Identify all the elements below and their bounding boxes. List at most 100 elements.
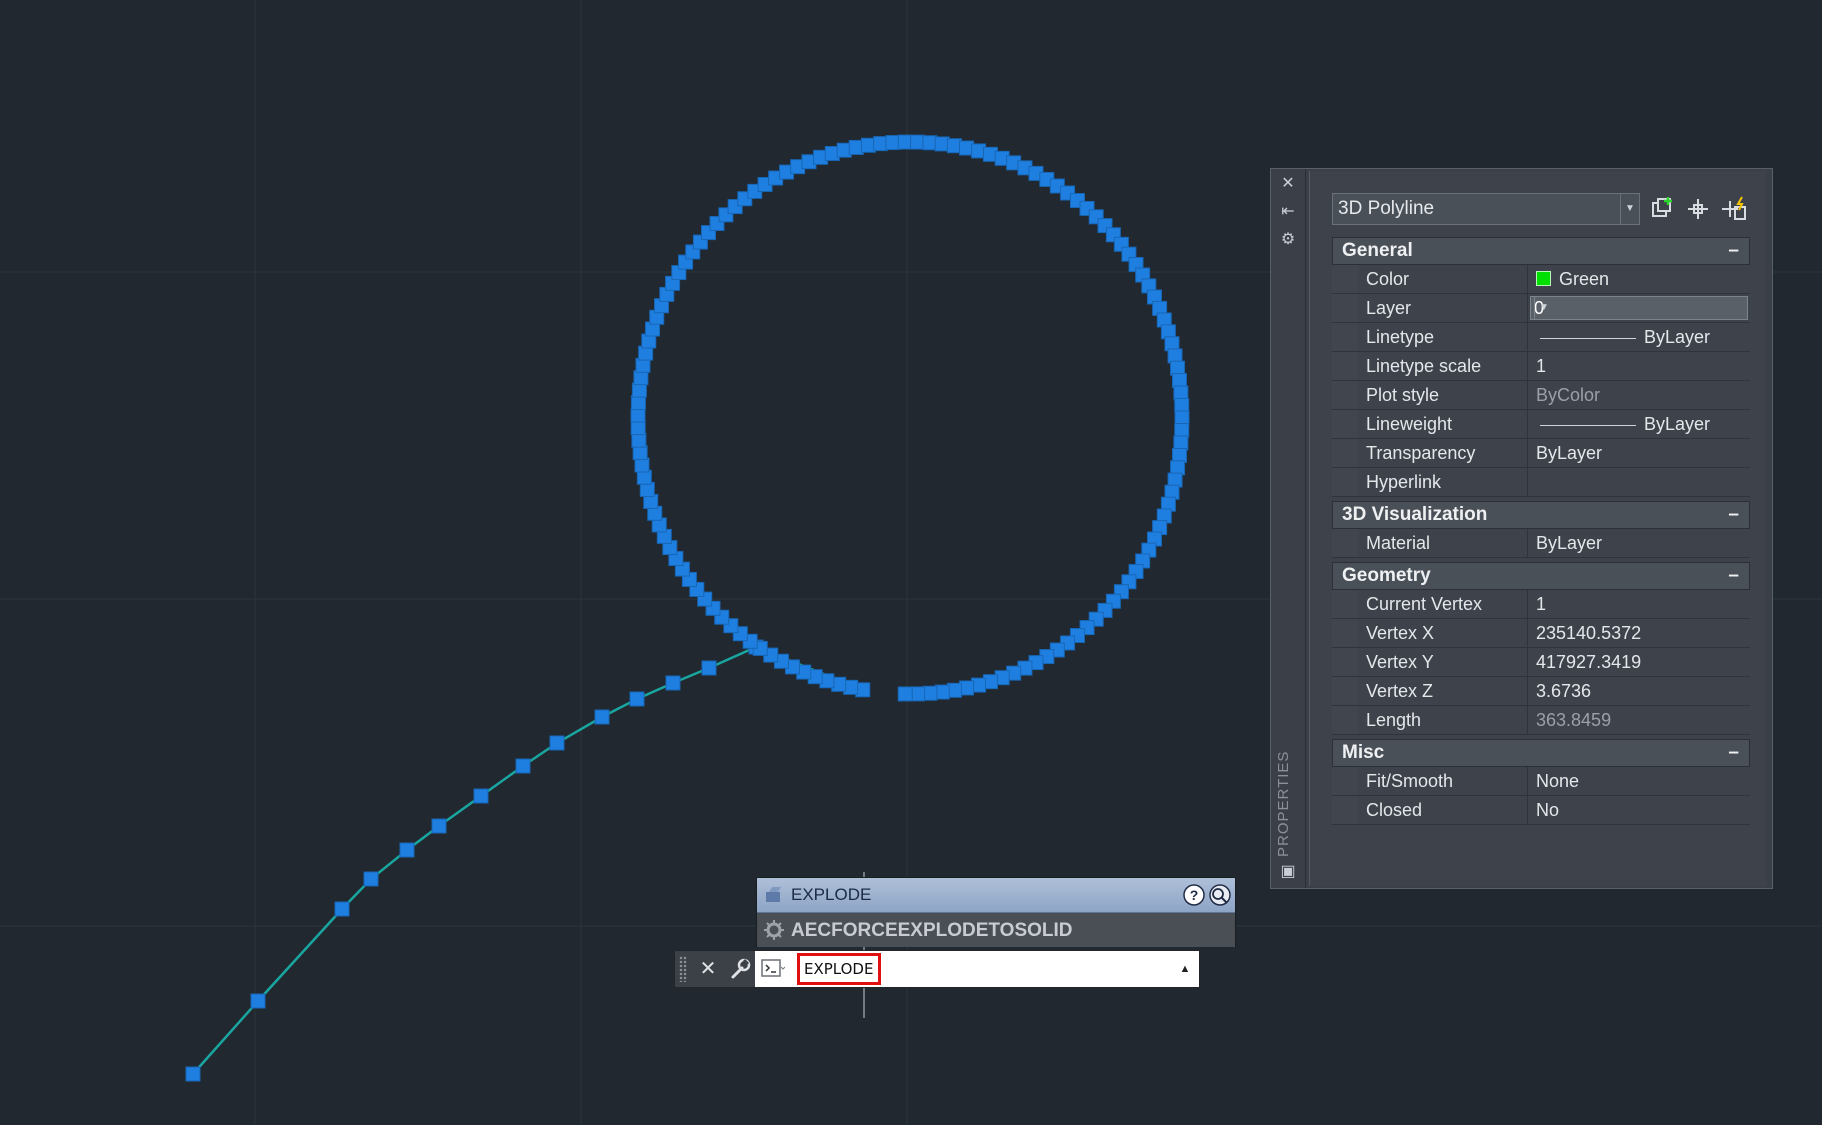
vertex-grip[interactable]	[515, 758, 531, 774]
property-value-cell[interactable]: 1	[1530, 590, 1750, 618]
close-icon[interactable]: ✕	[695, 955, 721, 983]
row-margin	[1332, 381, 1358, 409]
property-value-cell[interactable]: 3.6736	[1530, 677, 1750, 705]
collapse-icon[interactable]: –	[1728, 740, 1739, 766]
palette-menu-icon[interactable]: ▣	[1277, 861, 1299, 883]
property-row[interactable]: Transparency ByLayer	[1332, 439, 1750, 468]
vertex-grip[interactable]	[473, 788, 489, 804]
property-value-cell[interactable]: No	[1530, 796, 1750, 824]
vertex-grip[interactable]	[629, 691, 645, 707]
property-row[interactable]: Length 363.8459	[1332, 706, 1750, 735]
palette-settings-icon[interactable]: ⚙	[1277, 229, 1299, 251]
quick-select-icon[interactable]	[1720, 195, 1748, 223]
vertex-grip[interactable]	[185, 1066, 201, 1082]
close-icon[interactable]: ✕	[1277, 173, 1299, 195]
drag-handle[interactable]	[679, 956, 687, 982]
vertex-grip[interactable]	[630, 395, 646, 411]
property-row[interactable]: Plot style ByColor	[1332, 381, 1750, 410]
property-value-cell[interactable]: ByLayer	[1530, 439, 1750, 467]
vertex-grip[interactable]	[631, 432, 647, 448]
property-value-cell[interactable]: 417927.3419	[1530, 648, 1750, 676]
property-value-cell[interactable]	[1530, 468, 1750, 496]
vertex-grip[interactable]	[1173, 385, 1189, 401]
internet-search-icon[interactable]	[1209, 884, 1231, 906]
row-margin	[1332, 677, 1358, 705]
vertex-grip[interactable]	[399, 842, 415, 858]
property-row[interactable]: Lineweight ByLayer	[1332, 410, 1750, 439]
property-row[interactable]: Vertex Y 417927.3419	[1332, 648, 1750, 677]
property-label: Plot style	[1358, 381, 1528, 409]
vertex-grip[interactable]	[897, 686, 913, 702]
property-value-cell[interactable]: None	[1530, 767, 1750, 795]
vertex-grip[interactable]	[549, 735, 565, 751]
property-value-cell[interactable]: ByLayer	[1530, 323, 1750, 351]
select-objects-icon[interactable]	[1684, 195, 1712, 223]
vertex-grip[interactable]	[631, 382, 647, 398]
vertex-grip[interactable]	[363, 871, 379, 887]
collapse-icon[interactable]: –	[1728, 502, 1739, 528]
vertex-grip[interactable]	[1171, 373, 1187, 389]
property-value: ByLayer	[1536, 533, 1603, 553]
row-margin	[1332, 529, 1358, 557]
vertex-grip[interactable]	[665, 675, 681, 691]
property-label: Vertex X	[1358, 619, 1528, 647]
property-row[interactable]: Vertex X 235140.5372	[1332, 619, 1750, 648]
suggestion-explode[interactable]: EXPLODE ?	[757, 878, 1235, 913]
property-value-cell[interactable]: 1	[1530, 352, 1750, 380]
help-icon[interactable]: ?	[1183, 884, 1205, 906]
vertex-grip[interactable]	[1173, 435, 1189, 451]
property-row[interactable]: Current Vertex 1	[1332, 590, 1750, 619]
toggle-pickadd-icon[interactable]	[1648, 195, 1676, 223]
vertex-grip[interactable]	[250, 993, 266, 1009]
property-label: Material	[1358, 529, 1528, 557]
property-value-cell[interactable]: 235140.5372	[1530, 619, 1750, 647]
property-label: Vertex Z	[1358, 677, 1528, 705]
section-header[interactable]: Geometry –	[1332, 562, 1750, 590]
property-value-cell[interactable]: ByColor	[1530, 381, 1750, 409]
collapse-icon[interactable]: –	[1728, 563, 1739, 589]
section-header[interactable]: 3D Visualization –	[1332, 501, 1750, 529]
property-value: Green	[1559, 269, 1610, 289]
property-value-cell[interactable]: 363.8459	[1530, 706, 1750, 734]
wrench-icon[interactable]	[725, 955, 753, 983]
property-value-cell[interactable]: Green	[1530, 265, 1750, 293]
property-value: No	[1536, 800, 1560, 820]
auto-hide-icon[interactable]: ⇤	[1277, 201, 1299, 223]
property-value-cell[interactable]: ByLayer	[1530, 529, 1750, 557]
command-prompt-icon[interactable]	[761, 959, 785, 979]
vertex-grip[interactable]	[594, 709, 610, 725]
vertex-grip[interactable]	[632, 445, 648, 461]
section-header[interactable]: General –	[1332, 237, 1750, 265]
command-history-icon[interactable]: ▲	[1177, 959, 1193, 979]
vertex-grip[interactable]	[431, 818, 447, 834]
command-input-area[interactable]: EXPLODE ▲	[755, 951, 1199, 987]
property-row[interactable]: Vertex Z 3.6736	[1332, 677, 1750, 706]
command-input[interactable]: EXPLODE	[797, 953, 881, 985]
property-value: None	[1536, 771, 1580, 791]
property-row[interactable]: Color Green	[1332, 265, 1750, 294]
section-header[interactable]: Misc –	[1332, 739, 1750, 767]
vertex-grip[interactable]	[1174, 410, 1190, 426]
collapse-icon[interactable]: –	[1728, 238, 1739, 264]
property-row[interactable]: Layer 0 ▼	[1332, 294, 1750, 323]
property-row[interactable]: Fit/Smooth None	[1332, 767, 1750, 796]
vertex-grip[interactable]	[630, 420, 646, 436]
gear-icon	[764, 920, 784, 940]
vertex-grip[interactable]	[701, 660, 717, 676]
property-row[interactable]: Hyperlink	[1332, 468, 1750, 497]
vertex-grip[interactable]	[630, 407, 646, 423]
suggestion-aecforceexplodetosolid[interactable]: AECFORCEEXPLODETOSOLID	[757, 913, 1235, 947]
explode-icon	[766, 887, 781, 902]
object-type-select[interactable]: 3D Polyline ▼	[1332, 193, 1640, 225]
property-value-cell[interactable]: ByLayer	[1530, 410, 1750, 438]
property-row[interactable]: Linetype scale 1	[1332, 352, 1750, 381]
palette-title-strip: ✕ ⇤ ⚙ PROPERTIES ▣	[1271, 169, 1306, 888]
vertex-grip[interactable]	[1174, 397, 1190, 413]
layer-dropdown[interactable]: 0 ▼	[1530, 296, 1748, 320]
property-row[interactable]: Linetype ByLayer	[1332, 323, 1750, 352]
property-row[interactable]: Closed No	[1332, 796, 1750, 825]
color-swatch-icon	[1536, 271, 1551, 287]
property-row[interactable]: Material ByLayer	[1332, 529, 1750, 558]
vertex-grip[interactable]	[334, 901, 350, 917]
vertex-grip[interactable]	[1174, 423, 1190, 439]
